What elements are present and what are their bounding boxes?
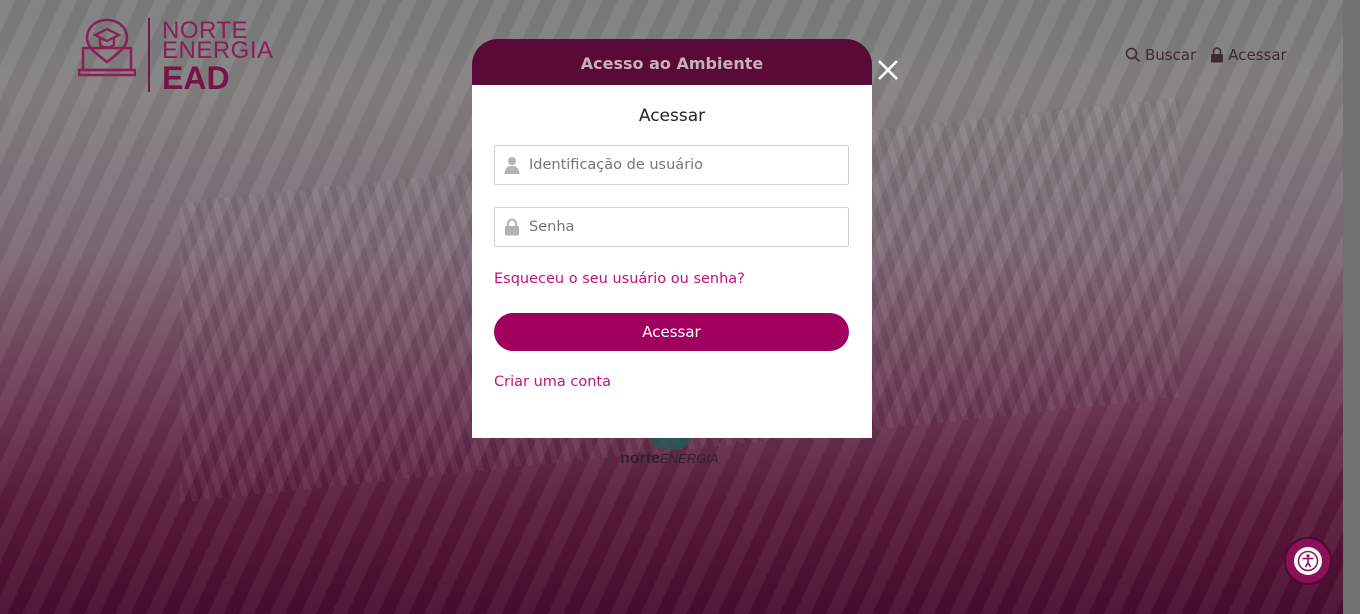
lock-icon (495, 218, 529, 236)
create-account-link[interactable]: Criar uma conta (494, 374, 611, 390)
login-heading: Acessar (638, 106, 706, 126)
scrollbar[interactable] (1343, 0, 1360, 614)
password-input[interactable] (529, 208, 848, 246)
login-link[interactable]: Acessar (1210, 46, 1287, 64)
partner-logo-text: norteENERGIA (620, 450, 719, 467)
site-logo[interactable]: NORTE ENERGIA EAD (78, 18, 278, 94)
login-link-label: Acessar (1228, 46, 1287, 64)
accessibility-icon (1294, 547, 1322, 575)
partner-logo: norteENERGIA (620, 430, 730, 474)
lock-icon (1211, 47, 1224, 63)
logo-divider (148, 18, 150, 92)
search-link[interactable]: Buscar (1125, 46, 1196, 64)
password-field[interactable] (494, 207, 849, 247)
search-icon (1125, 47, 1141, 63)
search-link-label: Buscar (1145, 46, 1197, 64)
accessibility-button[interactable] (1284, 537, 1332, 585)
close-button[interactable] (876, 58, 900, 82)
username-field[interactable] (494, 145, 849, 185)
forgot-password-link[interactable]: Esqueceu o seu usuário ou senha? (494, 271, 745, 287)
modal-header: Acesso ao Ambiente (472, 39, 872, 87)
login-modal: Acessar Esqueceu o seu usuário ou senha?… (472, 85, 872, 438)
login-submit-button[interactable]: Acessar (494, 313, 849, 351)
username-input[interactable] (529, 146, 848, 184)
close-icon (878, 60, 898, 80)
logo-text: ENERGIA (162, 37, 274, 64)
modal-title: Acesso ao Ambiente (580, 53, 764, 73)
header-nav: Buscar Acessar (1125, 46, 1287, 64)
logo-text: EAD (162, 60, 230, 96)
user-icon (495, 156, 529, 174)
graduation-laptop-icon (78, 18, 136, 77)
